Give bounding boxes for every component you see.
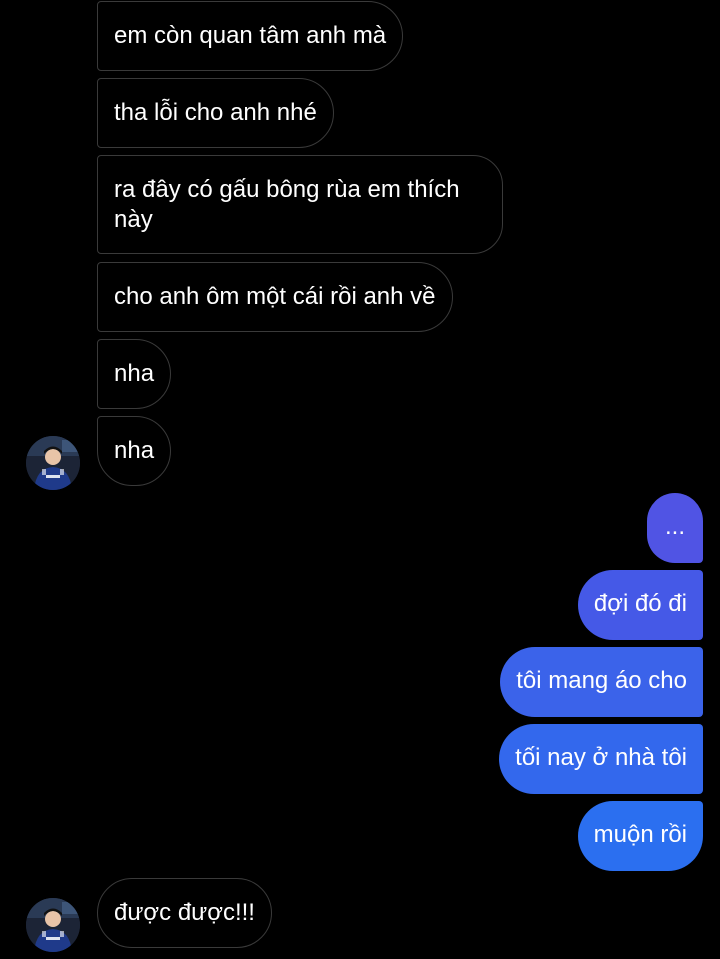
outgoing-message[interactable]: muộn rồi xyxy=(577,801,703,871)
outgoing-message[interactable]: tối nay ở nhà tôi xyxy=(499,724,703,794)
user-avatar-icon xyxy=(26,436,80,490)
incoming-message[interactable]: em còn quan tâm anh mà xyxy=(97,1,404,71)
incoming-message[interactable]: tha lỗi cho anh nhé xyxy=(97,78,334,148)
incoming-message[interactable]: cho anh ôm một cái rồi anh về xyxy=(97,262,453,332)
sender-avatar[interactable] xyxy=(26,898,80,952)
incoming-message[interactable]: được được!!! xyxy=(97,878,272,948)
sender-avatar[interactable] xyxy=(26,436,80,490)
incoming-message[interactable]: nha xyxy=(97,416,172,486)
incoming-message[interactable]: nha xyxy=(97,339,172,409)
user-avatar-icon xyxy=(26,898,80,952)
outgoing-message[interactable]: tôi mang áo cho xyxy=(500,647,703,717)
outgoing-message[interactable]: ... xyxy=(647,493,703,563)
outgoing-message[interactable]: đợi đó đi xyxy=(577,570,703,640)
incoming-message[interactable]: ra đây có gấu bông rùa em thích này xyxy=(97,155,503,254)
